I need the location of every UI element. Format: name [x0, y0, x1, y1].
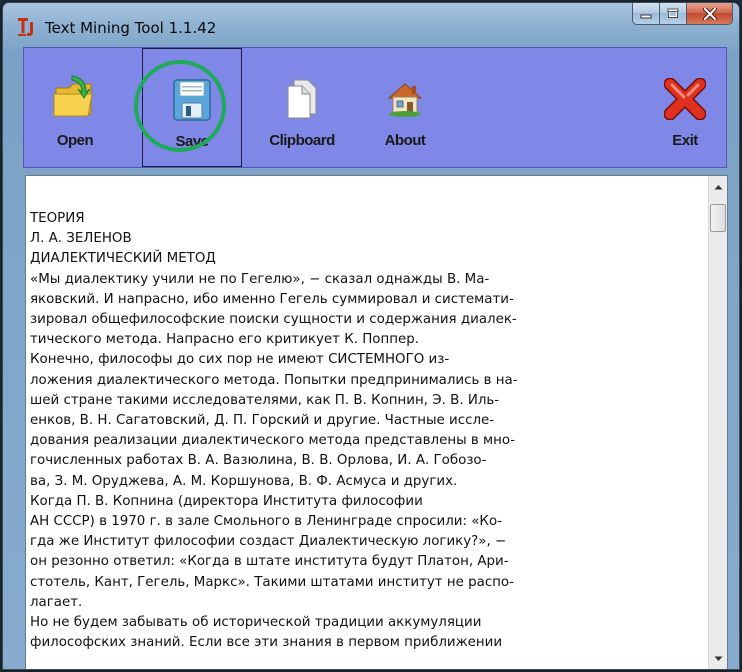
document-line: АН СССР) в 1970 г. в зале Смольного в Ле… — [30, 514, 502, 530]
open-folder-icon — [53, 75, 93, 117]
tj-logo-icon — [18, 18, 33, 36]
close-button[interactable] — [687, 3, 733, 25]
maximize-button[interactable] — [660, 3, 687, 25]
scroll-down-button[interactable] — [709, 650, 727, 668]
window-title: Text Mining Tool 1.1.42 — [45, 19, 217, 37]
exit-button[interactable]: Exit — [660, 48, 710, 167]
vertical-scrollbar[interactable] — [708, 176, 727, 669]
document-line: лагает. — [30, 594, 83, 610]
clipboard-label: Clipboard — [269, 132, 335, 149]
about-button[interactable]: About — [370, 48, 440, 167]
document-line: енков, В. Н. Сагатовский, Д. П. Горский … — [30, 413, 495, 429]
toolbar: Open Save Clipboard About Exit — [23, 47, 727, 168]
app-window: Text Mining Tool 1.1.42 Open Save Clipbo… — [2, 2, 740, 670]
document-line: ТЕОРИЯ — [30, 211, 85, 226]
document-text-area[interactable]: ТЕОРИЯ Л. А. ЗЕЛЕНОВ ДИАЛЕКТИЧЕСКИЙ МЕТОД «… — [26, 176, 708, 669]
document-line: Когда П. В. Копнина (директора Института… — [30, 493, 423, 509]
house-icon — [387, 83, 423, 117]
document-line: стотель, Кант, Гегель, Маркс». Такими шт… — [30, 574, 514, 590]
red-x-exit-icon — [664, 78, 706, 120]
minimize-icon — [640, 14, 652, 18]
clipboard-button[interactable]: Clipboard — [260, 48, 344, 167]
document-line: гда же Институт философии создаст Диалек… — [30, 534, 507, 550]
minimize-button[interactable] — [632, 3, 660, 25]
document-line: он резонно ответил: «Когда в штате инсти… — [30, 554, 509, 570]
document-line: гочисленных работах В. А. Вазюлина, В. В… — [30, 453, 487, 469]
document-line: ва, З. М. Оруджева, А. М. Коршунова, В. … — [30, 473, 458, 489]
about-label: About — [384, 132, 426, 149]
open-label: Open — [56, 132, 94, 149]
scroll-down-arrow-icon — [714, 656, 722, 661]
title-bar[interactable]: Text Mining Tool 1.1.42 — [3, 3, 739, 47]
document-line: шей стране такими исследователями, как П… — [30, 392, 500, 408]
save-button[interactable]: Save — [142, 48, 242, 167]
exit-label: Exit — [672, 132, 698, 149]
document-line: зировал общефилософские поиски сущности … — [30, 312, 517, 328]
document-line: Но не будем забывать об исторической тра… — [30, 615, 482, 631]
document-line: ДИАЛЕКТИЧЕСКИЙ МЕТОД — [30, 251, 216, 267]
close-icon — [702, 7, 717, 20]
document-line: тического метода. Напрасно его критикует… — [30, 332, 420, 348]
document-line: «Мы диалектику учили не по Гегелю», − ск… — [30, 271, 490, 287]
floppy-disk-icon — [173, 79, 211, 121]
scroll-up-arrow-icon — [714, 185, 722, 190]
document-line: ложения диалектического метода. Попытки … — [30, 372, 518, 388]
caption-buttons — [632, 3, 733, 25]
document-line: Л. А. ЗЕЛЕНОВ — [30, 231, 132, 247]
document-view: ТЕОРИЯ Л. А. ЗЕЛЕНОВ ДИАЛЕКТИЧЕСКИЙ МЕТОД «… — [25, 175, 728, 669]
scroll-up-button[interactable] — [709, 178, 727, 196]
save-label: Save — [175, 133, 209, 150]
document-line: философских знаний. Если все эти знания … — [30, 635, 503, 651]
document-line: яковский. И напрасно, ибо именно Гегель … — [30, 291, 514, 307]
document-line: Конечно, философы до сих пор не имеют СИ… — [30, 352, 450, 368]
document-line: дования реализации диалектического метод… — [30, 433, 515, 449]
maximize-icon — [667, 8, 679, 18]
open-button[interactable]: Open — [42, 48, 108, 167]
clipboard-copy-icon — [287, 79, 317, 119]
scroll-thumb[interactable] — [710, 204, 726, 232]
